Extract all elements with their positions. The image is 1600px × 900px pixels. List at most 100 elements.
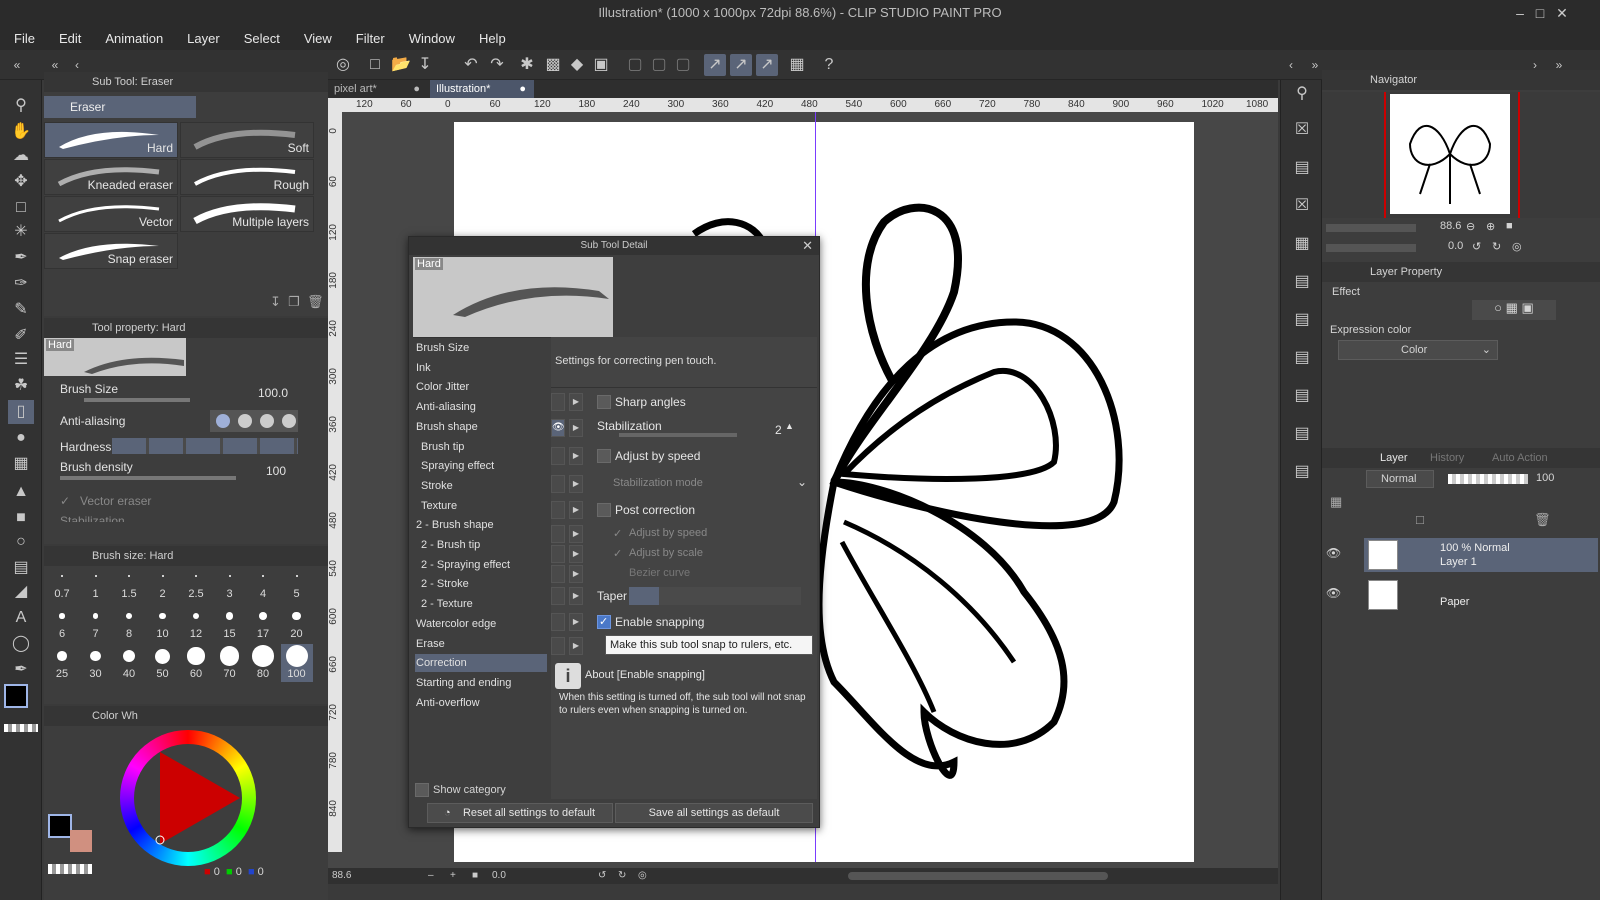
brush-size-cell[interactable]: 8 (113, 604, 145, 642)
expand-icon[interactable]: ▶ (569, 565, 583, 583)
brush-size-cell[interactable]: 10 (147, 604, 179, 642)
category-item[interactable]: Anti-overflow (415, 694, 547, 712)
material-icon[interactable]: ▤ (1289, 346, 1315, 370)
new-layer-icon[interactable]: □ (1416, 512, 1424, 527)
menu-help[interactable]: Help (479, 31, 506, 46)
snap-special-ruler-icon[interactable]: ↗ (730, 54, 752, 76)
auto-select-icon[interactable]: ✳ (8, 220, 34, 244)
brush-size-slider[interactable] (84, 398, 190, 402)
clear-icon[interactable]: ▩ (542, 54, 564, 76)
sub-tool-hard[interactable]: Hard (44, 122, 178, 158)
enable-snapping-checkbox[interactable] (597, 615, 611, 629)
tab-auto-action[interactable]: Auto Action (1492, 448, 1548, 468)
material-icon[interactable]: ▤ (1289, 156, 1315, 180)
snap-ruler-icon[interactable]: ↗ (704, 54, 726, 76)
adjust-by-speed-checkbox[interactable] (597, 449, 611, 463)
text-tool-icon[interactable]: A (8, 606, 34, 630)
zoom-in-icon[interactable]: + (450, 870, 456, 881)
save-all-settings-button[interactable]: Save all settings as default (615, 803, 813, 823)
lock-toggle[interactable] (551, 637, 565, 655)
material-icon[interactable]: ▤ (1289, 422, 1315, 446)
main-color-swatch[interactable] (48, 814, 72, 838)
lock-toggle[interactable] (551, 587, 565, 605)
menu-filter[interactable]: Filter (356, 31, 385, 46)
maximize-icon[interactable]: □ (1530, 3, 1550, 23)
pencil-icon[interactable]: ✎ (8, 298, 34, 322)
zoom-readout[interactable]: 88.6 (332, 870, 351, 881)
new-file-icon[interactable]: □ (364, 54, 386, 76)
color-wheel[interactable] (120, 730, 256, 866)
expand-icon[interactable]: ▶ (569, 393, 583, 411)
chevron-down-icon[interactable]: ⌄ (797, 475, 807, 489)
category-item[interactable]: Color Jitter (415, 378, 547, 396)
save-icon[interactable]: ↧ (414, 54, 436, 76)
brush-size-cell[interactable]: 6 (46, 604, 78, 642)
category-item[interactable]: Erase (415, 635, 547, 653)
category-item[interactable]: Texture (415, 497, 547, 515)
selection-icon[interactable]: □ (8, 196, 34, 220)
brush-icon[interactable]: ✐ (8, 324, 34, 348)
expand-icon[interactable]: ▶ (569, 545, 583, 563)
category-item[interactable]: Spraying effect (415, 457, 547, 475)
post-correction-checkbox[interactable] (597, 503, 611, 517)
reset-rotation-icon[interactable]: ◎ (638, 870, 647, 881)
material-icon[interactable]: ☒ (1289, 118, 1315, 142)
expand-icon[interactable]: ▶ (569, 419, 583, 437)
delete-icon[interactable]: 🗑 (1534, 512, 1551, 528)
category-item[interactable]: Starting and ending (415, 674, 547, 692)
brush-size-cell[interactable]: 20 (281, 604, 313, 642)
open-folder-icon[interactable]: 📂 (390, 54, 412, 76)
balloon-icon[interactable]: ◯ (8, 632, 34, 656)
delete-icon[interactable]: 🗑 (307, 294, 324, 309)
tab-pixel-art[interactable]: pixel art* ● (328, 80, 428, 98)
frame-icon[interactable]: ▤ (8, 556, 34, 580)
material-icon[interactable]: ▤ (1289, 308, 1315, 332)
ruler-tool-icon[interactable]: ◢ (8, 580, 34, 604)
expand-icon[interactable]: ▶ (569, 587, 583, 605)
close-icon[interactable]: ✕ (802, 237, 813, 255)
minimize-icon[interactable]: – (1510, 3, 1530, 23)
transform-icon[interactable]: ▣ (590, 54, 612, 76)
zoom-out-icon[interactable]: – (428, 870, 434, 881)
expand-icon[interactable]: ▶ (569, 637, 583, 655)
sharp-angles-checkbox[interactable] (597, 395, 611, 409)
zoom-out-icon[interactable]: ⊖ (1466, 220, 1475, 233)
taper-selector[interactable] (629, 587, 801, 605)
sub-tool-snap-eraser[interactable]: Snap eraser (44, 233, 178, 269)
move-icon[interactable]: ✥ (8, 170, 34, 194)
invert-selection-icon[interactable]: ▢ (648, 54, 670, 76)
brush-size-cell[interactable]: 17 (247, 604, 279, 642)
stepper-icon[interactable]: ▲ (785, 421, 794, 431)
transparent-swatch[interactable] (48, 864, 92, 874)
sub-color-swatch[interactable] (70, 830, 92, 852)
navigator-preview[interactable] (1322, 92, 1600, 218)
download-icon[interactable]: ↧ (270, 294, 281, 309)
brush-size-cell[interactable]: 5 (281, 564, 313, 602)
category-item[interactable]: 2 - Spraying effect (415, 556, 547, 574)
brush-size-cell[interactable]: 2.5 (180, 564, 212, 602)
lock-toggle[interactable] (551, 565, 565, 583)
brush-size-cell[interactable]: 12 (180, 604, 212, 642)
opacity-slider[interactable] (1448, 474, 1528, 484)
brush-size-cell[interactable]: 1 (80, 564, 112, 602)
zoom-icon[interactable]: ⚲ (8, 94, 34, 118)
sub-tool-rough[interactable]: Rough (180, 159, 314, 195)
decoration-icon[interactable]: ☘ (8, 374, 34, 398)
menu-file[interactable]: File (14, 31, 35, 46)
sub-tool-soft[interactable]: Soft (180, 122, 314, 158)
rotate-right-icon[interactable]: ↻ (1492, 240, 1501, 253)
menu-select[interactable]: Select (244, 31, 280, 46)
opacity-readout[interactable]: 100 (1536, 472, 1554, 484)
fit-icon[interactable]: ■ (472, 870, 478, 881)
brush-size-cell[interactable]: 0.7 (46, 564, 78, 602)
menu-window[interactable]: Window (409, 31, 455, 46)
brush-size-cell[interactable]: 7 (80, 604, 112, 642)
material-icon[interactable]: ▦ (1289, 232, 1315, 256)
figure-icon[interactable]: ○ (8, 530, 34, 554)
material-icon[interactable]: ▤ (1289, 270, 1315, 294)
fill-tool-icon[interactable]: ▦ (8, 452, 34, 476)
gradient-icon[interactable]: ■ (8, 506, 34, 530)
expand-icon[interactable]: ▶ (569, 501, 583, 519)
category-item[interactable]: Watercolor edge (415, 615, 547, 633)
expand-icon[interactable]: ▶ (569, 447, 583, 465)
